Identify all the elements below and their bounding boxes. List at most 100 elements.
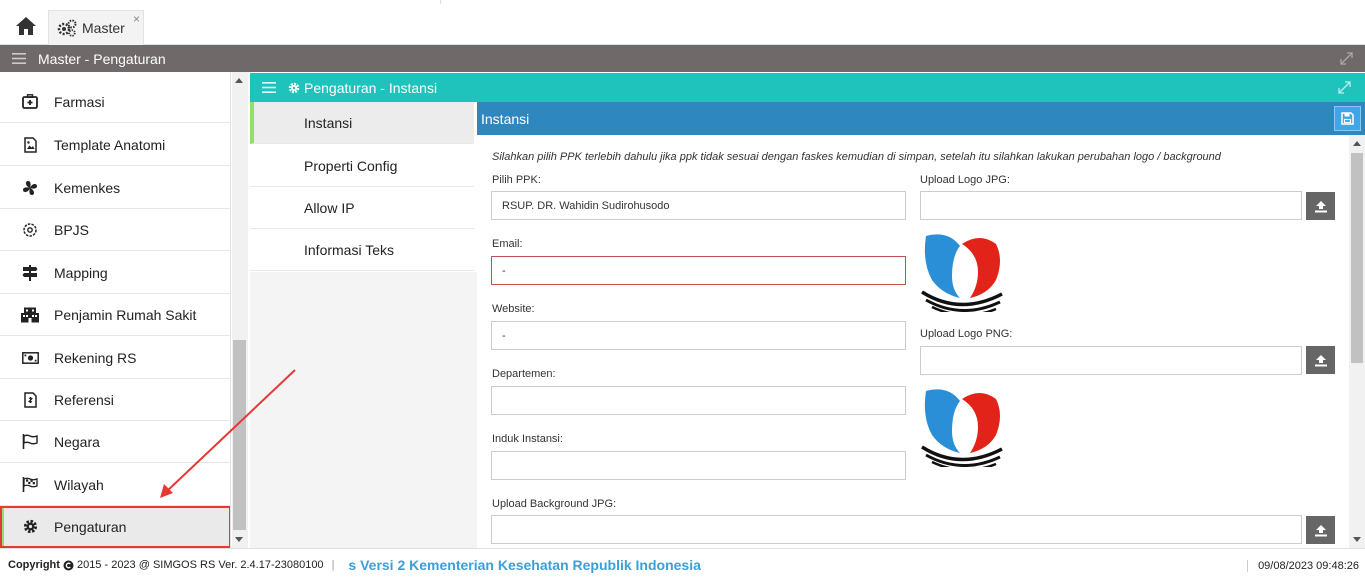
checkered-flag-icon [22, 477, 38, 492]
save-button[interactable] [1334, 106, 1361, 131]
subnav-item-instansi[interactable]: Instansi [250, 102, 474, 144]
expand-icon[interactable] [1338, 81, 1351, 94]
scroll-down-icon[interactable] [235, 537, 243, 542]
settings-outline-icon [23, 222, 37, 237]
website-field[interactable] [491, 321, 906, 350]
sidebar-item-referensi[interactable]: Referensi [0, 379, 230, 421]
sidebar-item-label: Pengaturan [54, 518, 127, 535]
sidebar-item-wilayah[interactable]: Wilayah [0, 464, 230, 506]
scroll-up-icon[interactable] [1353, 141, 1361, 146]
divider [440, 0, 441, 4]
sidebar-item-label: Template Anatomi [54, 136, 166, 153]
upload-icon [1314, 354, 1327, 366]
settings-subnav: Instansi Properti Config Allow IP Inform… [250, 102, 474, 272]
sidebar-item-label: Farmasi [54, 93, 105, 110]
sidebar-menu: Farmasi Template Anatomi Kemenkes BPJS M… [0, 72, 231, 548]
money-icon [21, 351, 39, 364]
induk-instansi-label: Induk Instansi: [492, 433, 563, 445]
background-jpg-input[interactable] [491, 515, 1302, 544]
footer-bar: Copyright 2015 - 2023 @ SIMGOS RS Ver. 2… [0, 548, 1365, 581]
copyright-icon [63, 560, 74, 570]
home-button[interactable] [12, 14, 40, 38]
sidebar-item-label: BPJS [54, 221, 90, 238]
hospital-logo-jpg [921, 234, 1003, 312]
building-icon [21, 307, 39, 322]
sidebar-item-label: Mapping [54, 264, 108, 281]
content-scrollbar[interactable] [1349, 135, 1365, 548]
home-icon [16, 17, 36, 35]
content-header: Instansi [477, 102, 1365, 135]
gears-icon [57, 19, 77, 37]
footer-separator: | [331, 559, 335, 571]
subnav-item-label: Allow IP [304, 199, 355, 216]
sidebar-scrollbar[interactable] [232, 72, 248, 548]
scroll-up-icon[interactable] [235, 78, 243, 83]
panel-header: Pengaturan - Instansi [250, 73, 1365, 102]
instansi-form: Silahkan pilih PPK terlebih dahulu jika … [477, 135, 1349, 548]
logo-png-label: Upload Logo PNG: [920, 328, 1013, 340]
sidebar-item-penjamin-rumah-sakit[interactable]: Penjamin Rumah Sakit [0, 294, 230, 336]
scroll-down-icon[interactable] [1353, 537, 1361, 542]
upload-background-button[interactable] [1306, 516, 1335, 544]
sidebar-item-pengaturan[interactable]: Pengaturan [0, 506, 230, 548]
hospital-logo-png [921, 389, 1003, 467]
upload-logo-png-button[interactable] [1306, 346, 1335, 374]
datetime-display: 09/08/2023 09:48:26 [1247, 560, 1359, 572]
subnav-item-informasi-teks[interactable]: Informasi Teks [250, 229, 474, 271]
copyright-label: Copyright [8, 559, 60, 571]
upload-icon [1314, 524, 1327, 536]
sidebar-item-label: Negara [54, 433, 100, 450]
scrollbar-thumb[interactable] [233, 340, 246, 530]
subnav-item-allow-ip[interactable]: Allow IP [250, 187, 474, 229]
tab-close-icon[interactable]: × [133, 12, 140, 26]
expand-icon[interactable] [1340, 52, 1353, 65]
sidebar-item-negara[interactable]: Negara [0, 421, 230, 463]
sidebar-item-label: Penjamin Rumah Sakit [54, 306, 197, 323]
running-text: s Versi 2 Kementerian Kesehatan Republik… [348, 557, 701, 573]
hamburger-menu-icon[interactable] [262, 82, 276, 93]
sidebar-item-mapping[interactable]: Mapping [0, 252, 230, 294]
tab-master[interactable]: Master × [48, 10, 144, 45]
upload-logo-jpg-button[interactable] [1306, 192, 1335, 220]
subnav-item-properti-config[interactable]: Properti Config [250, 145, 474, 187]
sidebar-item-label: Referensi [54, 391, 114, 408]
sidebar-item-template-anatomi[interactable]: Template Anatomi [0, 124, 230, 166]
departemen-field[interactable] [491, 386, 906, 415]
window-title: Master - Pengaturan [38, 50, 166, 67]
gear-icon [23, 519, 37, 534]
flag-outline-icon [22, 434, 38, 449]
sidebar-item-label: Kemenkes [54, 179, 121, 196]
fan-icon [23, 180, 37, 195]
panel-title-text: Pengaturan - Instansi [304, 79, 438, 96]
subnav-item-label: Informasi Teks [304, 241, 394, 258]
sidebar-item-label: Wilayah [54, 476, 104, 493]
subnav-background [250, 272, 477, 548]
document-icon [23, 391, 37, 408]
sidebar-item-bpjs[interactable]: BPJS [0, 209, 230, 251]
subnav-item-label: Instansi [304, 114, 353, 131]
copyright-text: 2015 - 2023 @ SIMGOS RS Ver. 2.4.17-2308… [76, 559, 324, 571]
email-field[interactable] [491, 256, 906, 285]
sidebar-item-rekening-rs[interactable]: Rekening RS [0, 337, 230, 379]
instruction-note: Silahkan pilih PPK terlebih dahulu jika … [492, 151, 1221, 163]
ppk-select[interactable] [491, 191, 906, 220]
email-label: Email: [492, 238, 523, 250]
logo-png-input[interactable] [920, 346, 1302, 375]
top-tab-bar: Master × [0, 0, 1365, 45]
induk-instansi-field[interactable] [491, 451, 906, 480]
hamburger-menu-icon[interactable] [12, 53, 26, 64]
floppy-disk-icon [1341, 112, 1354, 125]
signpost-icon [22, 264, 38, 281]
logo-jpg-label: Upload Logo JPG: [920, 174, 1010, 186]
image-file-icon [23, 136, 37, 153]
medical-kit-icon [22, 94, 38, 109]
sidebar-item-kemenkes[interactable]: Kemenkes [0, 167, 230, 209]
window-titlebar: Master - Pengaturan [0, 45, 1365, 72]
gear-icon [288, 82, 300, 93]
panel-title: Pengaturan - Instansi [288, 80, 437, 96]
sidebar-item-label: Rekening RS [54, 349, 137, 366]
website-label: Website: [492, 303, 535, 315]
scrollbar-thumb[interactable] [1351, 153, 1363, 363]
logo-jpg-input[interactable] [920, 191, 1302, 220]
sidebar-item-farmasi[interactable]: Farmasi [0, 81, 230, 123]
